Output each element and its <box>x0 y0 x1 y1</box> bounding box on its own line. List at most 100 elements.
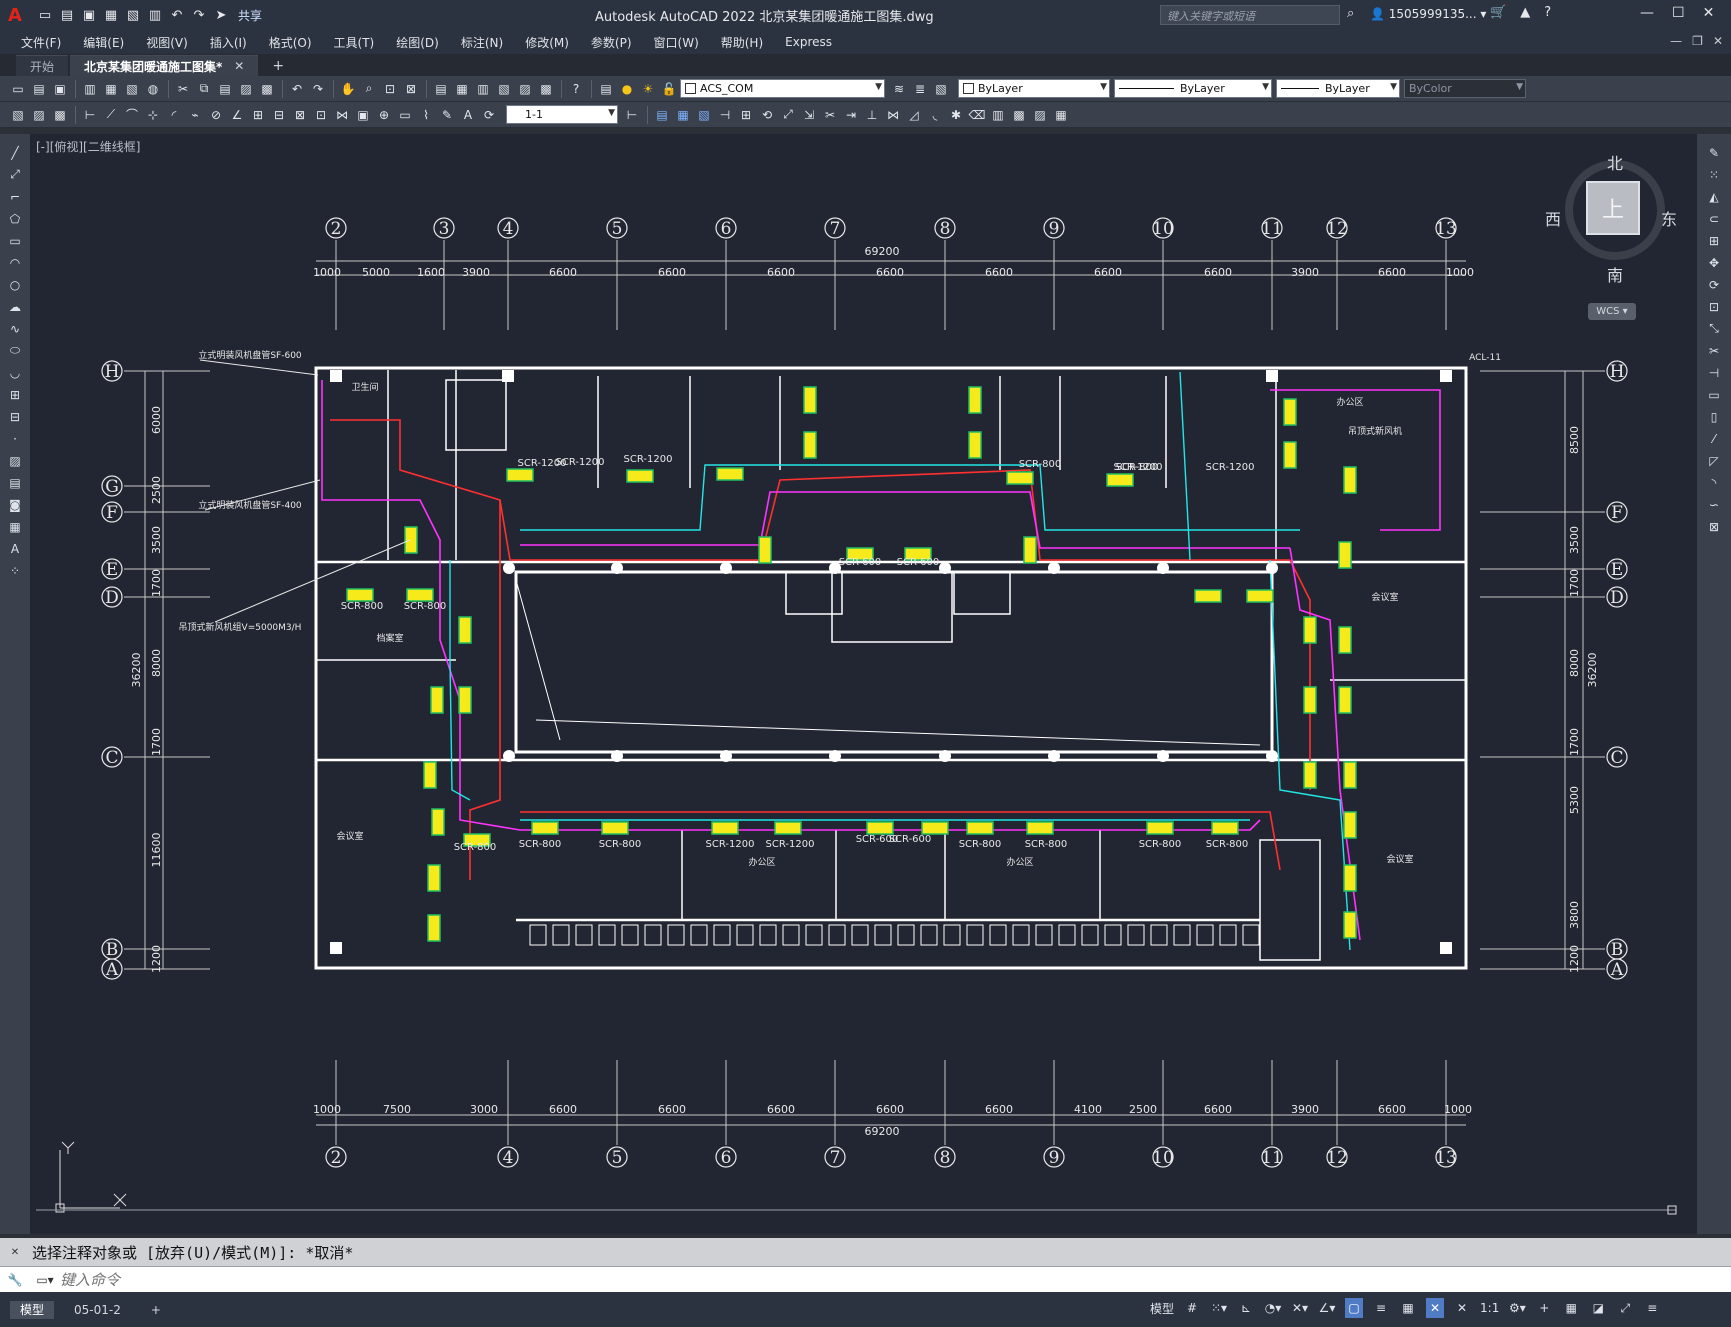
compass-south[interactable]: 南 <box>1607 262 1623 286</box>
markup-icon[interactable]: ▨ <box>515 79 535 99</box>
quick-dim-icon[interactable]: ⊞ <box>248 105 268 125</box>
point-icon[interactable]: · <box>6 430 24 447</box>
tool-palettes-icon[interactable]: ▥ <box>473 79 493 99</box>
extend-icon[interactable]: ⊣ <box>1705 364 1723 381</box>
trim-icon[interactable]: ✂ <box>820 105 840 125</box>
chamfer-icon[interactable]: ◿ <box>904 105 924 125</box>
search-icon[interactable]: ⌕ <box>1347 6 1354 21</box>
annotation-visibility-icon[interactable]: ✕ <box>1426 1298 1445 1318</box>
graphics-performance-icon[interactable]: ◪ <box>1589 1298 1607 1318</box>
blend-icon[interactable]: ∽ <box>1705 496 1723 513</box>
join-icon[interactable]: ⋈ <box>883 105 903 125</box>
rotate-icon[interactable]: ⟲ <box>757 105 777 125</box>
viewport-controls-label[interactable]: [-][俯视][二维线框] <box>36 138 140 155</box>
arc-length-icon[interactable]: ⌒ <box>122 105 142 125</box>
save-as-icon[interactable]: ▦ <box>102 6 120 24</box>
mirror-icon[interactable]: ▧ <box>694 105 714 125</box>
layer-previous-icon[interactable]: ≣ <box>910 79 930 99</box>
isodraft-icon[interactable]: ✕▾ <box>1291 1298 1309 1318</box>
cut-icon[interactable]: ✂ <box>173 79 193 99</box>
rotate-icon[interactable]: ⟳ <box>1705 276 1723 293</box>
dimstyle-dropdown[interactable]: 1-1 ▼ <box>506 105 618 124</box>
doc-close-icon[interactable]: ✕ <box>1713 34 1723 48</box>
block-editor-icon[interactable]: ▩ <box>257 79 277 99</box>
autocad-logo[interactable]: A <box>0 0 30 30</box>
web-save-icon[interactable]: ▧ <box>124 6 142 24</box>
spline-icon[interactable]: ∿ <box>6 320 24 337</box>
help-search-input[interactable]: 键入关键字或短语 <box>1160 5 1340 25</box>
plotstyle-dropdown[interactable]: ByColor ▼ <box>1404 79 1526 98</box>
fillet-icon[interactable]: ◝ <box>1705 474 1723 491</box>
menu-window[interactable]: 窗口(W) <box>643 34 710 51</box>
redo-icon[interactable]: ↷ <box>308 79 328 99</box>
trim-icon[interactable]: ✂ <box>1705 342 1723 359</box>
dim-update-icon[interactable]: ⟳ <box>479 105 499 125</box>
layer-dropdown[interactable]: ACS_COM ▼ <box>680 79 885 98</box>
menu-file[interactable]: 文件(F) <box>10 34 72 51</box>
doc-minimize-icon[interactable]: — <box>1670 34 1682 48</box>
draw-order-icon[interactable]: ▥ <box>988 105 1008 125</box>
sheet-set-icon[interactable]: ▧ <box>494 79 514 99</box>
customize-icon[interactable]: ≡ <box>1643 1298 1661 1318</box>
offset-icon[interactable]: ⊂ <box>1705 210 1723 227</box>
scale-icon[interactable]: ⊡ <box>1705 298 1723 315</box>
calculator-icon[interactable]: ▩ <box>536 79 556 99</box>
workspace-icon[interactable]: ⚙▾ <box>1508 1298 1526 1318</box>
zoom-previous-icon[interactable]: ⊠ <box>401 79 421 99</box>
help-icon[interactable]: ? <box>1544 5 1551 20</box>
polygon-icon[interactable]: ⬠ <box>6 210 24 227</box>
copy-object-icon[interactable]: ▦ <box>673 105 693 125</box>
compass-west[interactable]: 西 <box>1545 206 1561 230</box>
explode-icon[interactable]: ⊠ <box>1705 518 1723 535</box>
match-properties-icon[interactable]: ▨ <box>236 79 256 99</box>
viewcube[interactable]: 上 北 南 西 东 <box>1545 150 1685 310</box>
ellipse-icon[interactable]: ⬭ <box>6 342 24 359</box>
array-icon[interactable]: ⊞ <box>1705 232 1723 249</box>
isolate-icon[interactable]: ▦ <box>1562 1298 1580 1318</box>
copy-icon[interactable]: ⧉ <box>194 79 214 99</box>
model-space-toggle[interactable]: 模型 <box>1150 1300 1174 1317</box>
clean-screen-icon[interactable]: ⤢ <box>1616 1298 1634 1318</box>
annotation-scale[interactable]: 1:1 <box>1480 1301 1499 1315</box>
plot-preview-icon[interactable]: ▦ <box>101 79 121 99</box>
menu-help[interactable]: 帮助(H) <box>710 34 774 51</box>
layer-iso-icon[interactable]: ▩ <box>50 105 70 125</box>
layer-freeze-icon[interactable]: ☀ <box>638 79 658 99</box>
chamfer-icon[interactable]: ◸ <box>1705 452 1723 469</box>
break-point-icon[interactable]: ▭ <box>1705 386 1723 403</box>
menu-insert[interactable]: 插入(I) <box>199 34 258 51</box>
tab-drawing[interactable]: 北京某集团暖通施工图集* ✕ <box>70 55 259 76</box>
break-icon[interactable]: ▯ <box>1705 408 1723 425</box>
break-icon[interactable]: ⊥ <box>862 105 882 125</box>
lineweight-icon[interactable]: ≡ <box>1372 1298 1390 1318</box>
menu-draw[interactable]: 绘图(D) <box>385 34 450 51</box>
radius-dim-icon[interactable]: ◜ <box>164 105 184 125</box>
command-customize-icon[interactable]: 🔧 <box>0 1273 30 1287</box>
new-icon[interactable]: ▭ <box>36 6 54 24</box>
insert-block-icon[interactable]: ⊞ <box>6 386 24 403</box>
plot-icon[interactable]: ▥ <box>80 79 100 99</box>
paste-icon[interactable]: ▤ <box>215 79 235 99</box>
linear-dim-icon[interactable]: ⊢ <box>80 105 100 125</box>
object-snap-icon[interactable]: ▢ <box>1345 1298 1364 1318</box>
stretch-icon[interactable]: ⇲ <box>799 105 819 125</box>
make-current-layer-icon[interactable]: ≋ <box>889 79 909 99</box>
share-icon[interactable]: ➤ <box>212 6 230 24</box>
redo-icon[interactable]: ↷ <box>190 6 208 24</box>
new-tab-icon[interactable]: + <box>260 55 296 76</box>
layer-properties-icon[interactable]: ▤ <box>596 79 616 99</box>
tolerance-icon[interactable]: ▣ <box>353 105 373 125</box>
maximize-icon[interactable]: ☐ <box>1672 5 1685 21</box>
minimize-icon[interactable]: — <box>1640 5 1654 21</box>
menu-tools[interactable]: 工具(T) <box>323 34 386 51</box>
menu-view[interactable]: 视图(V) <box>135 34 199 51</box>
dim-space-icon[interactable]: ⊡ <box>311 105 331 125</box>
ortho-icon[interactable]: ⊾ <box>1237 1298 1255 1318</box>
circle-icon[interactable]: ○ <box>6 276 24 293</box>
tab-close-icon[interactable]: ✕ <box>234 59 244 73</box>
3d-print-icon[interactable]: ◍ <box>143 79 163 99</box>
table-icon[interactable]: ▦ <box>6 518 24 535</box>
inspection-icon[interactable]: ▭ <box>395 105 415 125</box>
save-icon[interactable]: ▣ <box>50 79 70 99</box>
app-store-icon[interactable]: ▲ <box>1520 5 1530 20</box>
